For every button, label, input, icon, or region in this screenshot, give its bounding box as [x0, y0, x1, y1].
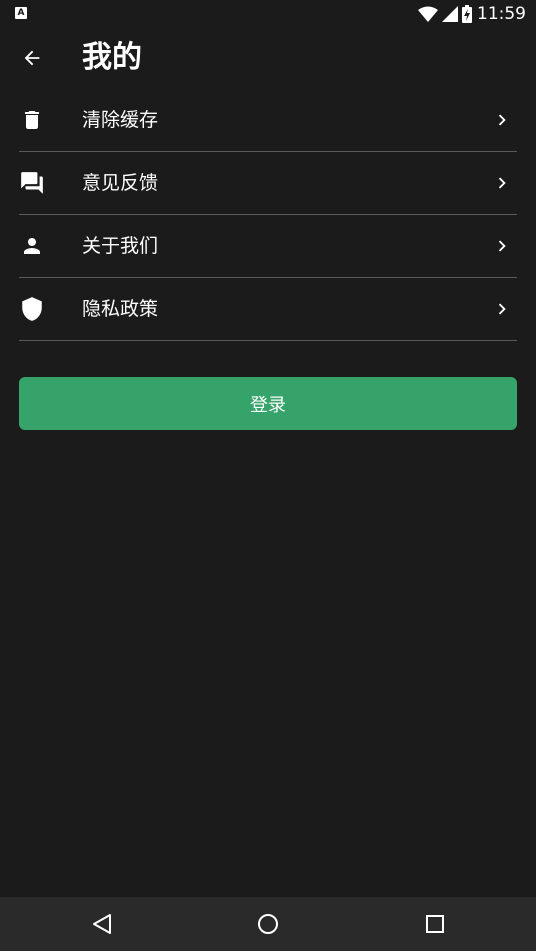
chevron-right-icon — [491, 298, 513, 320]
nav-recents-icon — [426, 915, 444, 933]
nav-home-icon — [258, 914, 278, 934]
menu-item-label: 清除缓存 — [82, 109, 159, 131]
menu-list: 清除缓存 意见反馈 关于我们 隐私政策 — [19, 89, 517, 341]
chevron-right-icon — [491, 109, 513, 131]
battery-charging-icon — [462, 5, 472, 23]
system-nav-bar — [0, 897, 536, 951]
shield-icon — [19, 296, 45, 322]
status-bar: A 11:59 — [0, 0, 536, 28]
app-bar: 我的 — [0, 28, 536, 88]
wifi-icon — [418, 6, 438, 22]
chat-icon — [19, 170, 45, 196]
back-button[interactable] — [14, 40, 50, 76]
chevron-right-icon — [491, 172, 513, 194]
screen: A 11:59 我的 清除缓存 意见反馈 关于我们 隐私政策 登录 — [0, 0, 536, 951]
nav-back-button[interactable] — [88, 910, 116, 938]
nav-back-icon — [93, 914, 111, 934]
menu-item-label: 隐私政策 — [82, 298, 159, 320]
menu-item-label: 意见反馈 — [82, 172, 159, 194]
status-time: 11:59 — [477, 4, 526, 24]
menu-item-feedback[interactable]: 意见反馈 — [19, 152, 517, 215]
chevron-right-icon — [491, 235, 513, 257]
nav-recents-button[interactable] — [421, 910, 449, 938]
nav-home-button[interactable] — [254, 910, 282, 938]
menu-item-clear-cache[interactable]: 清除缓存 — [19, 89, 517, 152]
arrow-back-icon — [24, 50, 40, 66]
menu-item-privacy-policy[interactable]: 隐私政策 — [19, 278, 517, 341]
notification-app-icon: A — [15, 7, 27, 19]
signal-icon — [442, 6, 458, 22]
status-icons — [418, 4, 472, 24]
page-title: 我的 — [82, 40, 142, 75]
menu-item-about-us[interactable]: 关于我们 — [19, 215, 517, 278]
trash-icon — [19, 107, 45, 133]
menu-item-label: 关于我们 — [82, 235, 159, 257]
person-icon — [19, 233, 45, 259]
login-button[interactable]: 登录 — [19, 377, 517, 430]
